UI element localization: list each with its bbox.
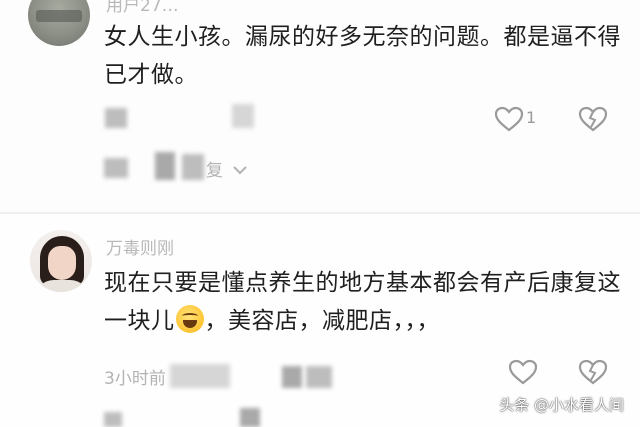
comment-text: 现在只要是懂点养生的地方基本都会有产后康复这一块儿 ，美容店，减肥店，，， xyxy=(104,264,624,340)
broken-heart-icon[interactable] xyxy=(578,106,608,132)
broken-heart-icon[interactable] xyxy=(578,359,608,385)
blurred-reply-label xyxy=(282,366,302,388)
comment-username[interactable]: 用户27… xyxy=(106,0,179,16)
sweat-smile-emoji-icon xyxy=(175,305,204,333)
heart-icon[interactable] xyxy=(494,106,524,132)
blurred-reply-name-2 xyxy=(182,154,204,180)
comment-text: 女人生小孩。漏尿的好多无奈的问题。都是逼不得已才做。 xyxy=(104,24,621,88)
blurred-reply-avatar xyxy=(104,412,122,427)
blurred-reply-name xyxy=(240,408,260,427)
blurred-timestamp xyxy=(105,108,127,128)
blurred-reply-label-2 xyxy=(306,366,332,388)
watermark: 头条 @小水看人间 xyxy=(499,396,624,414)
blurred-reply-avatar xyxy=(104,158,128,178)
avatar[interactable] xyxy=(28,0,90,46)
chevron-down-icon[interactable] xyxy=(232,164,248,176)
comment-text-part: ，美容店，减肥店，，， xyxy=(204,308,440,334)
comment-time: 3小时前 xyxy=(104,369,166,389)
comment-item: 用户27… 女人生小孩。漏尿的好多无奈的问题。都是逼不得已才做。 1 复 xyxy=(0,0,640,212)
blurred-location xyxy=(170,364,230,388)
blurred-location xyxy=(232,104,254,128)
avatar[interactable] xyxy=(30,230,92,292)
heart-icon[interactable] xyxy=(508,359,538,385)
like-count: 1 xyxy=(526,108,537,127)
blurred-reply-name xyxy=(155,152,175,180)
reply-label[interactable]: 复 xyxy=(206,156,223,181)
comment-username[interactable]: 万毒则刚 xyxy=(106,234,174,259)
